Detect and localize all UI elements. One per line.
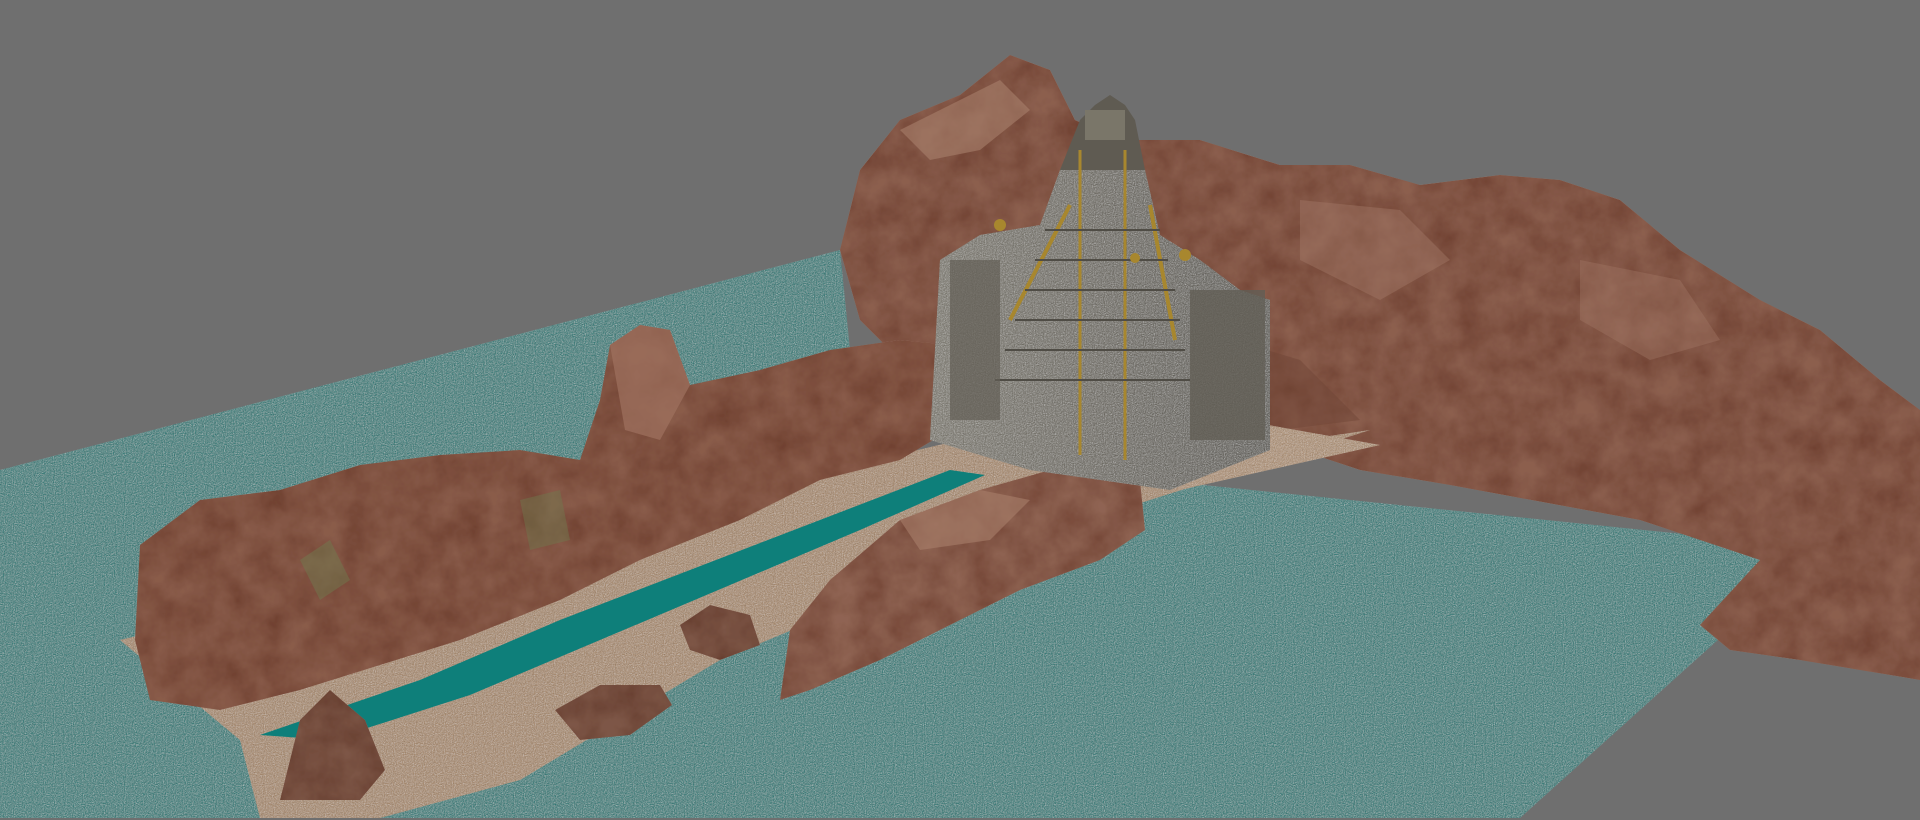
scene-canvas: [0, 55, 1920, 818]
render-viewport: [0, 0, 1920, 820]
